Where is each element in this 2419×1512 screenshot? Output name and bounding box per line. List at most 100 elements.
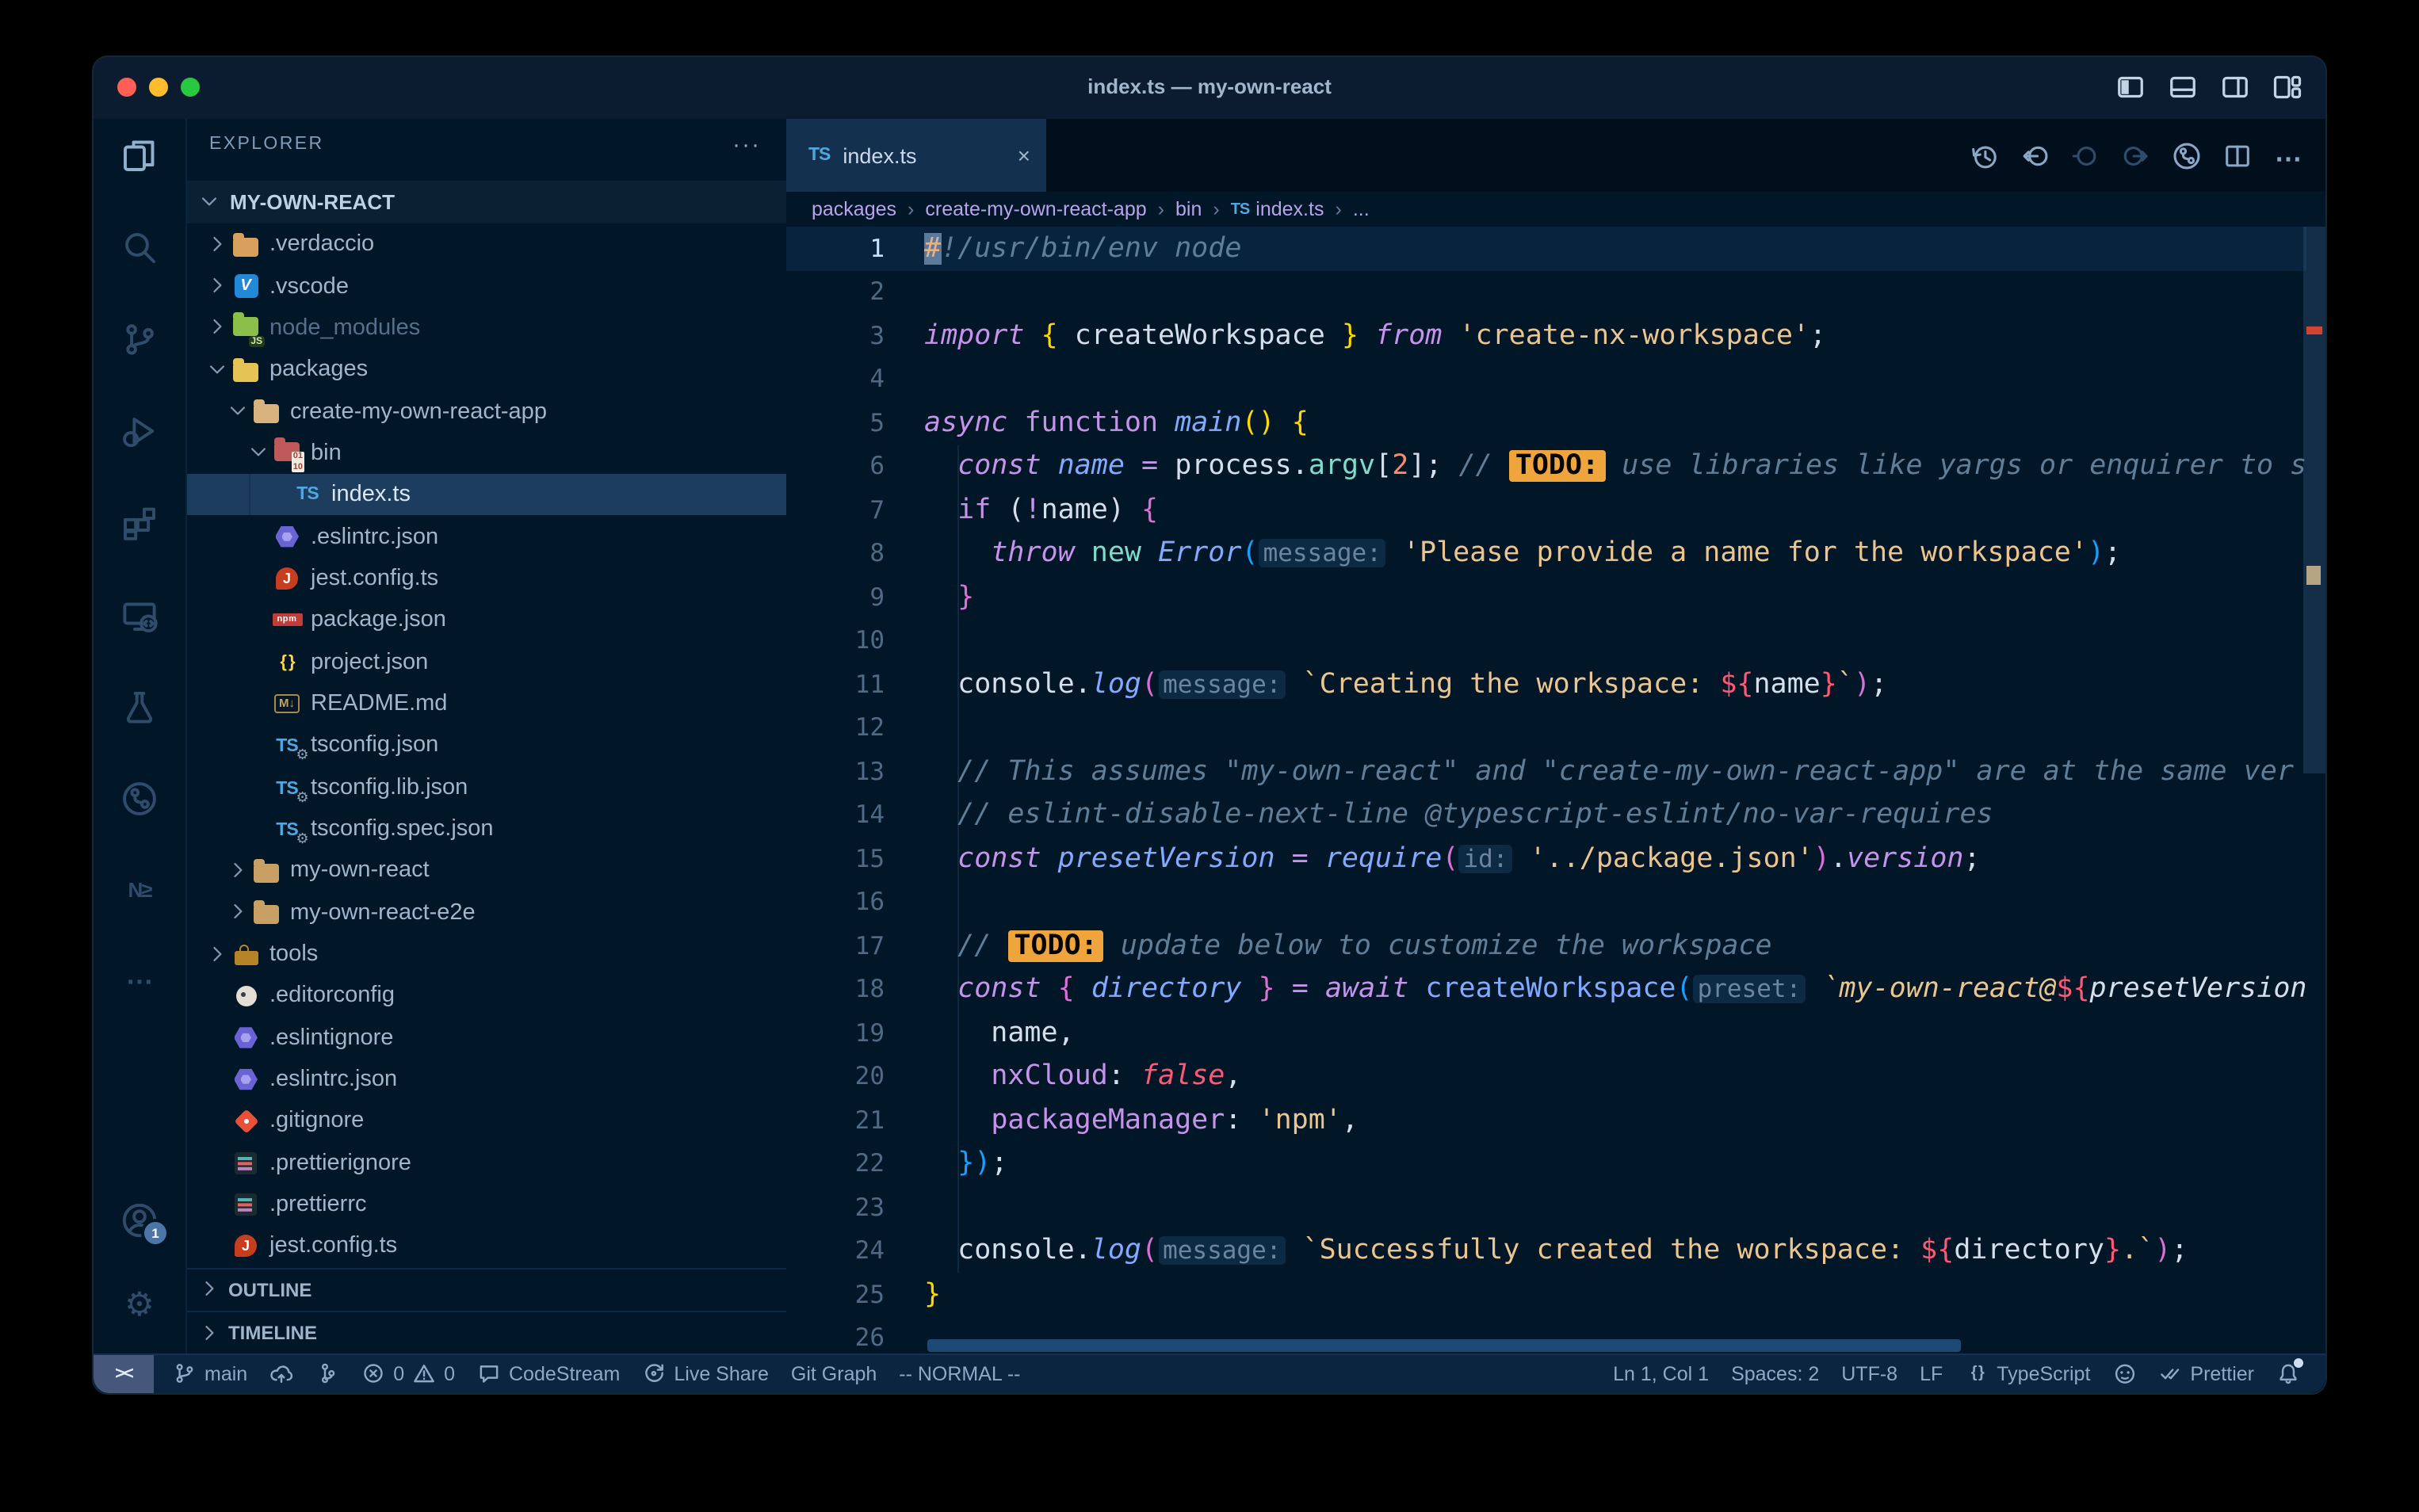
gitlens-graph-icon[interactable] bbox=[2172, 140, 2202, 170]
line-number[interactable]: 18 bbox=[786, 976, 885, 1004]
code-line[interactable]: 6 const name = process.argv[2]; // TODO:… bbox=[786, 445, 2306, 488]
gitlens-icon[interactable] bbox=[120, 780, 159, 818]
code-line[interactable]: 17 // TODO: update below to customize th… bbox=[786, 924, 2306, 968]
sidebar-more-actions[interactable]: ··· bbox=[732, 131, 761, 158]
tree-item-my-own-react[interactable]: my-own-react bbox=[187, 850, 786, 892]
tree-item-packages[interactable]: packages bbox=[187, 349, 786, 391]
nx-console-icon[interactable]: N≥ bbox=[120, 872, 159, 910]
line-number[interactable]: 1 bbox=[786, 235, 885, 263]
status-eol[interactable]: LF bbox=[1920, 1363, 1943, 1385]
status-branch[interactable]: main bbox=[173, 1362, 247, 1386]
status-codestream[interactable]: CodeStream bbox=[477, 1362, 620, 1386]
tree-item--vscode[interactable]: V.vscode bbox=[187, 265, 786, 307]
tree-item--editorconfig[interactable]: .editorconfig bbox=[187, 975, 786, 1017]
line-number[interactable]: 17 bbox=[786, 932, 885, 960]
line-number[interactable]: 8 bbox=[786, 540, 885, 568]
tree-item-my-own-react-e2e[interactable]: my-own-react-e2e bbox=[187, 892, 786, 934]
open-changes-icon[interactable] bbox=[2020, 140, 2050, 170]
breadcrumb-item[interactable]: ... bbox=[1353, 198, 1370, 220]
tree-item--prettierrc[interactable]: .prettierrc bbox=[187, 1184, 786, 1226]
line-number[interactable]: 24 bbox=[786, 1237, 885, 1266]
code-line[interactable]: 24 console.log(message: `Successfully cr… bbox=[786, 1229, 2306, 1273]
timeline-history-icon[interactable] bbox=[1969, 140, 1999, 170]
tree-item-README-md[interactable]: M↓README.md bbox=[187, 683, 786, 725]
status-publish-changes[interactable] bbox=[269, 1362, 293, 1386]
code-line[interactable]: 16 bbox=[786, 880, 2306, 924]
tree-item--prettierignore[interactable]: .prettierignore bbox=[187, 1142, 786, 1184]
status-github[interactable] bbox=[2112, 1362, 2136, 1386]
next-change-icon[interactable] bbox=[2121, 140, 2151, 170]
status-prettier[interactable]: Prettier bbox=[2158, 1362, 2254, 1386]
line-number[interactable]: 20 bbox=[786, 1063, 885, 1091]
vertical-scrollbar[interactable] bbox=[2302, 227, 2325, 1353]
code-line[interactable]: 7 if (!name) { bbox=[786, 488, 2306, 532]
tree-item-jest-config-ts[interactable]: Jjest.config.ts bbox=[187, 1226, 786, 1268]
tab-index-ts[interactable]: TS index.ts × bbox=[786, 119, 1046, 192]
status-cursor-position[interactable]: Ln 1, Col 1 bbox=[1613, 1363, 1709, 1385]
line-number[interactable]: 10 bbox=[786, 627, 885, 655]
accounts-icon[interactable]: 1 bbox=[120, 1201, 159, 1239]
tree-item-tsconfig-lib-json[interactable]: TS⚙tsconfig.lib.json bbox=[187, 766, 786, 808]
run-and-debug-icon[interactable] bbox=[120, 412, 159, 450]
tree-item--verdaccio[interactable]: .verdaccio bbox=[187, 223, 786, 265]
line-number[interactable]: 15 bbox=[786, 845, 885, 873]
tree-root-folder[interactable]: MY-OWN-REACT bbox=[187, 181, 786, 223]
tree-item-tsconfig-json[interactable]: TS⚙tsconfig.json bbox=[187, 724, 786, 766]
line-number[interactable]: 19 bbox=[786, 1019, 885, 1048]
line-number[interactable]: 11 bbox=[786, 670, 885, 699]
settings-icon[interactable]: ⚙ bbox=[120, 1286, 159, 1324]
toggle-secondary-sidebar-icon[interactable] bbox=[2219, 71, 2251, 103]
status-live-share[interactable]: Live Share bbox=[642, 1362, 769, 1386]
code-line[interactable]: 15 const presetVersion = require(id: '..… bbox=[786, 837, 2306, 880]
code-line[interactable]: 21 packageManager: 'npm', bbox=[786, 1098, 2306, 1142]
line-number[interactable]: 26 bbox=[786, 1324, 885, 1353]
code-editor[interactable]: 1#!/usr/bin/env node 2 3import { createWor… bbox=[786, 227, 2306, 1353]
code-line[interactable]: 5async function main() { bbox=[786, 401, 2306, 445]
code-line[interactable]: 12 bbox=[786, 706, 2306, 750]
status-indentation[interactable]: Spaces: 2 bbox=[1731, 1363, 1819, 1385]
tree-item-package-json[interactable]: npmpackage.json bbox=[187, 599, 786, 641]
tree-item-create-my-own-react-app[interactable]: create-my-own-react-app bbox=[187, 391, 786, 433]
status-commit-graph[interactable] bbox=[315, 1362, 339, 1386]
tree-item-node-modules[interactable]: JSnode_modules bbox=[187, 307, 786, 349]
toggle-primary-sidebar-icon[interactable] bbox=[2115, 71, 2146, 103]
tree-item-tools[interactable]: tools bbox=[187, 934, 786, 976]
status-language-mode[interactable]: { }TypeScript bbox=[1965, 1362, 2090, 1386]
code-line[interactable]: 2 bbox=[786, 270, 2306, 314]
line-number[interactable]: 2 bbox=[786, 278, 885, 307]
line-number[interactable]: 16 bbox=[786, 888, 885, 917]
status-notifications[interactable] bbox=[2276, 1362, 2300, 1386]
line-number[interactable]: 4 bbox=[786, 365, 885, 394]
tree-item-index-ts[interactable]: TSindex.ts bbox=[187, 474, 786, 516]
code-line[interactable]: 1#!/usr/bin/env node bbox=[786, 227, 2306, 270]
line-number[interactable]: 6 bbox=[786, 452, 885, 481]
line-number[interactable]: 25 bbox=[786, 1281, 885, 1309]
code-line[interactable]: 11 console.log(message: `Creating the wo… bbox=[786, 662, 2306, 706]
horizontal-scrollbar-thumb[interactable] bbox=[927, 1338, 1961, 1351]
search-icon[interactable] bbox=[120, 228, 159, 266]
status-remote-indicator[interactable]: >< bbox=[94, 1354, 154, 1393]
status-vim-mode[interactable]: -- NORMAL -- bbox=[899, 1363, 1020, 1385]
split-editor-icon[interactable] bbox=[2222, 140, 2253, 170]
remote-explorer-icon[interactable] bbox=[120, 596, 159, 634]
customize-layout-icon[interactable] bbox=[2272, 71, 2303, 103]
previous-change-icon[interactable] bbox=[2070, 140, 2100, 170]
tree-item--eslintignore[interactable]: .eslintignore bbox=[187, 1017, 786, 1059]
code-line[interactable]: 9 } bbox=[786, 575, 2306, 619]
more-views-icon[interactable]: ⋯ bbox=[120, 964, 159, 1002]
line-number[interactable]: 23 bbox=[786, 1193, 885, 1222]
toggle-panel-icon[interactable] bbox=[2167, 71, 2199, 103]
line-number[interactable]: 13 bbox=[786, 758, 885, 786]
line-number[interactable]: 12 bbox=[786, 714, 885, 743]
code-line[interactable]: 23 bbox=[786, 1186, 2306, 1229]
breadcrumb-item[interactable]: bin bbox=[1175, 198, 1202, 220]
code-line[interactable]: 19 name, bbox=[786, 1011, 2306, 1055]
tree-item--eslintrc-json[interactable]: .eslintrc.json bbox=[187, 516, 786, 558]
tab-close-icon[interactable]: × bbox=[1018, 143, 1030, 168]
code-line[interactable]: 3import { createWorkspace } from 'create… bbox=[786, 314, 2306, 357]
breadcrumb-item[interactable]: create-my-own-react-app bbox=[925, 198, 1146, 220]
code-line[interactable]: 8 throw new Error(message: 'Please provi… bbox=[786, 532, 2306, 575]
code-line[interactable]: 25} bbox=[786, 1273, 2306, 1316]
line-number[interactable]: 14 bbox=[786, 801, 885, 830]
extensions-icon[interactable] bbox=[120, 504, 159, 542]
